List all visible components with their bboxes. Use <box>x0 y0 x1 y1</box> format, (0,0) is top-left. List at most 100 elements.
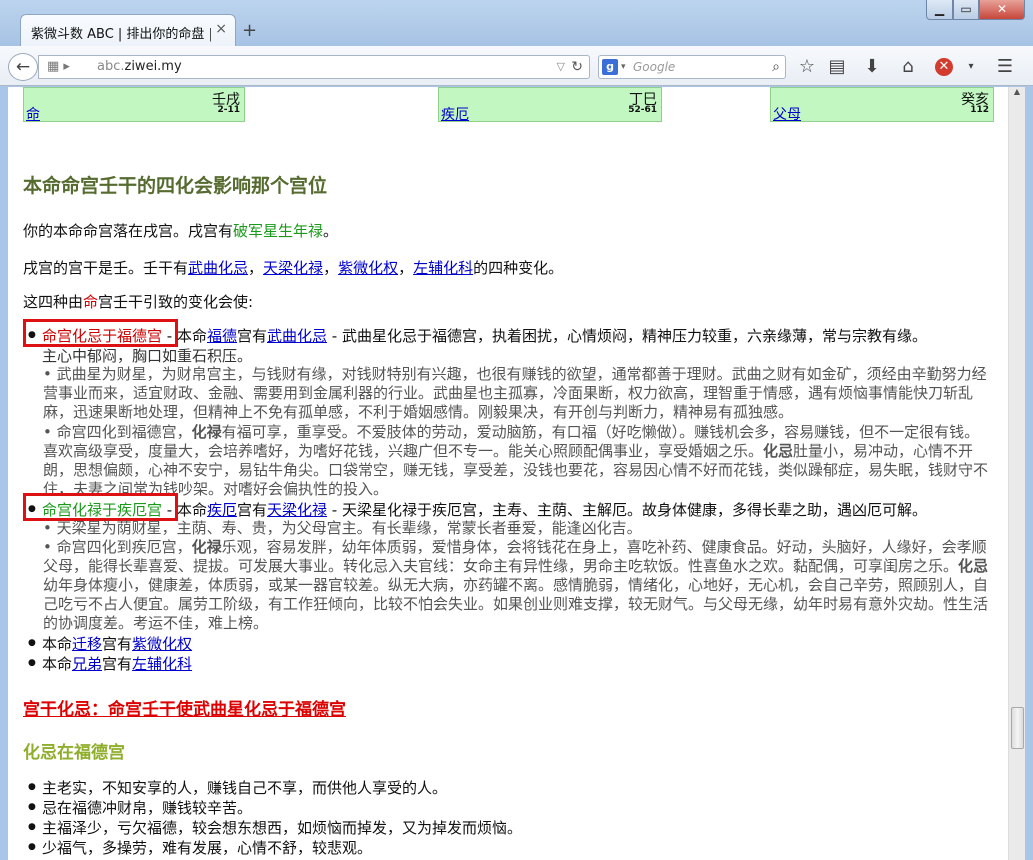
link-qianyi[interactable]: 迁移 <box>72 635 102 653</box>
text: 你的本命命宫落在戌宫。戌宫有 <box>23 222 234 240</box>
bookmark-star-icon[interactable]: ☆ <box>796 56 818 78</box>
bullet-icon: ● <box>28 638 36 648</box>
list-item: 忌在福德冲财帛，赚钱较辛苦。 <box>42 799 253 817</box>
download-icon[interactable]: ⬇ <box>861 56 883 78</box>
link-jie[interactable]: 疾厄 <box>207 501 237 519</box>
close-window-button[interactable]: ✕ <box>979 0 1025 20</box>
close-icon: ✕ <box>996 2 1008 16</box>
link-fude[interactable]: 福德 <box>207 327 237 345</box>
ming-highlight: 命 <box>83 293 99 311</box>
bullet-icon: ● <box>28 658 36 668</box>
search-icon[interactable]: ⌕ <box>772 56 780 78</box>
list-item: 主福泽少，亏欠福德，较会想东想西，如烦恼而掉发，又为掉发而烦恼。 <box>42 819 523 837</box>
section-title: 本命命宫壬干的四化会影响那个宫位 <box>23 175 328 197</box>
bold-keyword: 化忌 <box>763 442 794 460</box>
search-engine-dropdown-icon[interactable]: ▾ <box>621 56 626 78</box>
new-tab-button[interactable]: + <box>242 20 257 41</box>
bullet-icon: ● <box>28 782 36 792</box>
minimize-icon: ▁ <box>934 2 945 16</box>
text: 宫有 <box>236 501 267 519</box>
site-identity-icon[interactable]: ▦ ▸ <box>47 56 70 78</box>
link-ziwei-hua-quan[interactable]: 紫微化权 <box>338 259 398 277</box>
url-bar[interactable]: ▦ ▸ abc.ziwei.my ▽ ↻ <box>38 55 590 79</box>
text: - 本命 <box>162 501 207 519</box>
text: 宫有 <box>102 655 133 673</box>
text: 本命 <box>42 655 73 673</box>
link-wuqu-hua-ji[interactable]: 武曲化忌 <box>188 259 248 277</box>
home-icon[interactable]: ⌂ <box>897 56 919 78</box>
item-line-2: 主心中郁闷，胸口如重石积压。 <box>42 347 253 365</box>
palace-link-fumu[interactable]: 父母 <box>773 104 801 124</box>
palace-age-range: 52-61 <box>628 105 657 115</box>
link-wuqu-hua-ji[interactable]: 武曲化忌 <box>267 327 327 345</box>
back-arrow-icon: ← <box>15 57 31 77</box>
hamburger-menu-icon[interactable]: ☰ <box>994 56 1016 78</box>
bullet-icon: ● <box>28 842 36 852</box>
page-content: 壬戌 2-11 命 丁巳 52-61 疾厄 癸亥 112 父母 本命命宫壬干的四… <box>8 87 1008 860</box>
list-item: 少福气，多操劳，难有发展，心情不舒，较悲观。 <box>42 839 373 857</box>
url-host: ziwei.my <box>124 59 182 74</box>
back-button[interactable]: ← <box>8 53 38 81</box>
intro-paragraph-3: 这四种由命宫壬干引致的变化会使: <box>23 291 253 312</box>
palace-age-range: 112 <box>970 105 989 115</box>
section-heading-hua-ji[interactable]: 宫干化忌：命宫壬干使武曲星化忌于福德宫 <box>23 695 346 720</box>
link-tianliang-hua-lu[interactable]: 天梁化禄 <box>263 259 323 277</box>
link-tianliang-hua-lu[interactable]: 天梁化禄 <box>267 501 327 519</box>
text: ， <box>248 259 264 277</box>
text: 戌宫的宫干是壬。壬干有 <box>23 259 189 277</box>
url-dropdown-icon[interactable]: ▽ <box>557 56 565 78</box>
palace-link-jie[interactable]: 疾厄 <box>441 104 469 124</box>
maximize-button[interactable]: ▭ <box>953 0 979 20</box>
palace-link-ming[interactable]: 命 <box>26 104 40 124</box>
stop-icon[interactable]: ✕ <box>935 58 953 76</box>
intro-paragraph-2: 戌宫的宫干是壬。壬干有武曲化忌，天梁化禄，紫微化权，左辅化科的四种变化。 <box>23 257 563 278</box>
sub-heading-fude: 化忌在福德宫 <box>23 743 125 763</box>
reading-list-icon[interactable]: ▤ <box>826 56 848 78</box>
link-xiongdi[interactable]: 兄弟 <box>72 655 102 673</box>
bold-keyword: 化禄 <box>191 423 222 441</box>
bold-keyword: 化禄 <box>191 538 222 556</box>
search-placeholder: Google <box>633 60 676 74</box>
list-item-hua-ji: 命宫化忌于福德宫 - 本命福德宫有武曲化忌 - 武曲星化忌于福德宫，执着困扰，心… <box>42 325 927 346</box>
list-item: 主老实，不知安享的人，赚钱自己不享，而供他人享受的人。 <box>42 779 448 797</box>
palace-box-ming: 壬戌 2-11 命 <box>23 87 245 124</box>
palace-age-range: 2-11 <box>217 105 240 115</box>
text: 这四种由 <box>23 293 84 311</box>
window-border-right <box>1025 87 1033 860</box>
scroll-up-arrow-icon[interactable]: ▲ <box>1009 87 1025 103</box>
bullet-icon: ● <box>28 802 36 812</box>
search-bar[interactable]: g ▾ Google ⌕ <box>598 55 786 79</box>
text: 宫有 <box>102 635 133 653</box>
detail-paragraph: • 命宫四化到疾厄宫，化禄乐观，容易发胖，幼年体质弱，爱惜身体，会将钱花在身上，… <box>43 538 993 633</box>
text: - 天梁星化禄于疾厄宫，主寿、主荫、主解厄。故身体健康，多得长辈之助，遇凶厄可解… <box>327 501 927 519</box>
scrollbar-thumb[interactable] <box>1011 707 1024 749</box>
text: • 命宫四化到疾厄宫， <box>43 538 192 556</box>
link-ziwei-hua-quan[interactable]: 紫微化权 <box>132 635 192 653</box>
link-zuofu-hua-ke[interactable]: 左辅化科 <box>413 259 473 277</box>
url-text[interactable]: abc.ziwei.my <box>97 56 182 78</box>
list-item-hua-lu: 命宫化禄于疾厄宫 - 本命疾厄宫有天梁化禄 - 天梁星化禄于疾厄宫，主寿、主荫、… <box>42 499 927 520</box>
window-titlebar: 紫微斗数 ABC | 排出你的命盘 | ... × + ▁ ▭ ✕ <box>0 0 1033 46</box>
detail-paragraph: • 武曲星为财星，为财帛宫主，与钱财有缘，对钱财特别有兴趣，也很有赚钱的欲望，通… <box>43 365 987 421</box>
tab-title: 紫微斗数 ABC | 排出你的命盘 | ... <box>31 27 211 42</box>
text: 幼年身体瘦小，健康差，体质弱，或某一器官较差。纵无大病，亦药罐不离。感情脆弱，情… <box>43 576 989 632</box>
link-zuofu-hua-ke[interactable]: 左辅化科 <box>132 655 192 673</box>
google-icon[interactable]: g <box>602 59 618 75</box>
url-prefix: abc. <box>97 59 125 74</box>
text: - 武曲星化忌于福德宫，执着困扰，心情烦闷，精神压力较重，六亲缘薄，常与宗教有缘… <box>327 327 927 345</box>
browser-tab[interactable]: 紫微斗数 ABC | 排出你的命盘 | ... × <box>20 14 236 46</box>
maximize-icon: ▭ <box>960 2 972 16</box>
menu-dropdown-icon[interactable]: ▾ <box>960 56 982 78</box>
tab-close-icon[interactable]: × <box>215 21 227 37</box>
text: 。 <box>323 222 339 240</box>
text: 的四种变化。 <box>473 259 564 277</box>
detail-paragraph: • 天梁星为荫财星，主荫、寿、贵，为父母宫主。有长辈缘，常蒙长者垂爱，能逢凶化吉… <box>43 519 642 537</box>
reload-icon[interactable]: ↻ <box>571 56 583 78</box>
text: 本命 <box>42 635 73 653</box>
minimize-button[interactable]: ▁ <box>926 0 953 20</box>
vertical-scrollbar[interactable]: ▲ <box>1008 87 1025 860</box>
intro-paragraph-1: 你的本命命宫落在戌宫。戌宫有破军星生年禄。 <box>23 220 338 241</box>
bullet-icon: ● <box>28 822 36 832</box>
window-border-left <box>0 87 8 860</box>
list-item-hua-quan: 本命迁移宫有紫微化权 <box>42 633 192 654</box>
